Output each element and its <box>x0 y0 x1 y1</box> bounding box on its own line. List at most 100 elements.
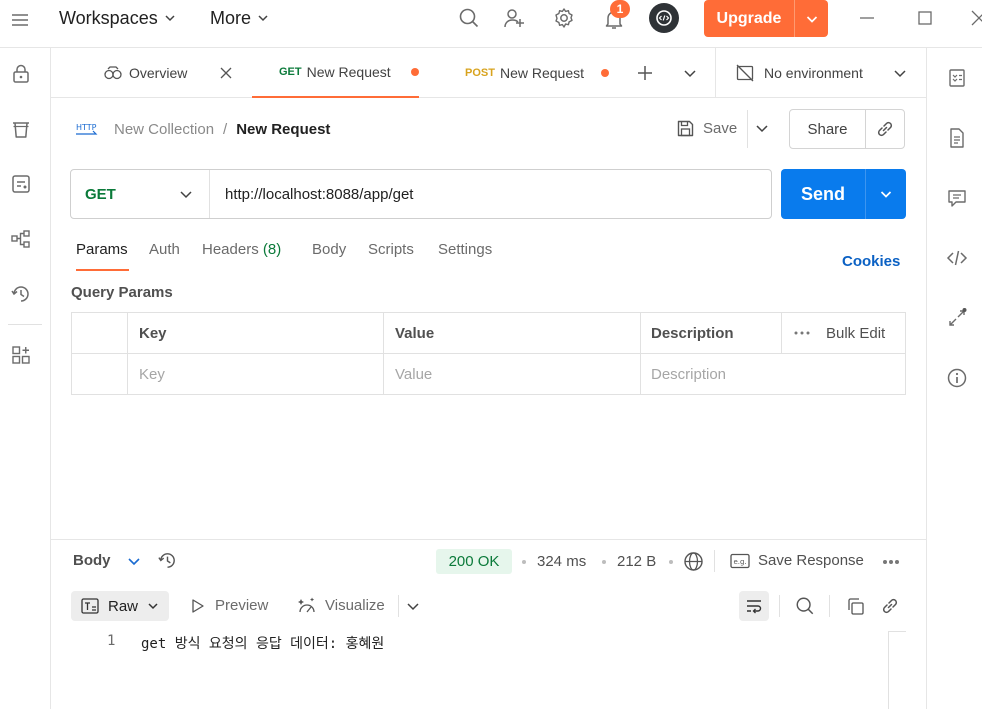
postbot-avatar-icon[interactable] <box>649 3 679 33</box>
info-icon[interactable] <box>946 367 968 389</box>
tabs-overflow-chevron-icon[interactable] <box>683 66 697 80</box>
save-icon <box>676 119 695 138</box>
send-options-chevron-icon[interactable] <box>866 169 906 219</box>
share-button[interactable]: Share <box>790 110 866 148</box>
raw-format-selector[interactable]: Raw <box>71 591 169 621</box>
save-response-label: Save Response <box>758 552 864 569</box>
save-button[interactable]: Save <box>676 119 737 138</box>
tab-settings[interactable]: Settings <box>438 241 492 271</box>
response-size[interactable]: 212 B <box>617 553 656 570</box>
menu-icon[interactable] <box>10 10 30 30</box>
chevron-down-icon <box>147 600 159 612</box>
cookies-link[interactable]: Cookies <box>842 253 900 270</box>
bulk-edit-label: Bulk Edit <box>826 324 886 342</box>
unsaved-dot <box>410 68 419 76</box>
response-scrollbar[interactable] <box>888 631 906 709</box>
status-badge[interactable]: 200 OK <box>436 549 512 574</box>
sidebar-divider <box>8 324 42 325</box>
network-globe-icon[interactable] <box>683 551 704 572</box>
raw-format-label: Raw <box>108 597 139 615</box>
raw-text-icon <box>81 598 99 614</box>
more-options-icon <box>794 331 810 335</box>
unsaved-dot <box>601 69 609 77</box>
tab-method-badge: GET <box>279 66 302 78</box>
chevron-down-icon <box>257 12 269 24</box>
response-time[interactable]: 324 ms <box>537 553 586 570</box>
copy-link-icon[interactable] <box>880 596 900 616</box>
send-button[interactable]: Send <box>781 169 906 219</box>
top-bar: Workspaces More 1 Upgrade <box>0 0 982 48</box>
tab-overview-label: Overview <box>129 65 188 81</box>
environment-selector[interactable]: No environment <box>735 48 910 98</box>
search-response-icon[interactable] <box>795 596 815 616</box>
save-options-chevron-icon[interactable] <box>755 121 769 135</box>
new-tab-plus-icon[interactable] <box>636 64 654 82</box>
visualize-label: Visualize <box>325 597 385 614</box>
workspaces-label: Workspaces <box>59 7 158 28</box>
invite-user-icon[interactable] <box>499 3 529 33</box>
close-window-icon[interactable] <box>970 9 982 27</box>
response-more-options-icon[interactable] <box>882 559 900 565</box>
trash-icon[interactable] <box>10 118 32 140</box>
tab-headers[interactable]: Headers (8) <box>202 241 281 271</box>
column-header-key: Key <box>139 324 167 342</box>
history-icon[interactable] <box>10 283 32 305</box>
maximize-window-icon[interactable] <box>916 9 934 27</box>
copy-link-icon[interactable] <box>866 119 904 139</box>
send-label: Send <box>781 169 866 219</box>
upgrade-button[interactable]: Upgrade <box>704 0 828 37</box>
response-history-icon[interactable] <box>157 550 178 571</box>
save-response-button[interactable]: e.g. Save Response <box>730 552 864 569</box>
documentation-icon[interactable] <box>946 67 968 89</box>
tab-label: New Request <box>306 64 391 80</box>
environment-chevron-icon[interactable] <box>893 66 907 80</box>
settings-gear-icon[interactable] <box>549 3 579 33</box>
code-icon[interactable] <box>946 247 968 269</box>
workspaces-menu[interactable]: Workspaces <box>59 7 176 29</box>
tab-body[interactable]: Body <box>312 241 346 271</box>
tab-post-new-request[interactable]: POST New Request <box>465 48 615 98</box>
notification-badge: 1 <box>610 0 630 18</box>
preview-button[interactable]: Preview <box>191 597 268 614</box>
key-input[interactable]: Key <box>139 354 165 394</box>
breadcrumb-collection[interactable]: New Collection <box>114 121 214 138</box>
value-input[interactable]: Value <box>395 354 432 394</box>
tab-auth[interactable]: Auth <box>149 241 180 271</box>
visualize-button[interactable]: Visualize <box>297 596 385 615</box>
more-menu[interactable]: More <box>210 7 269 29</box>
tab-scripts[interactable]: Scripts <box>368 241 414 271</box>
mock-server-icon[interactable] <box>10 173 32 195</box>
visualize-options-chevron-icon[interactable] <box>406 599 420 613</box>
info-document-icon[interactable] <box>946 127 968 149</box>
tab-get-new-request[interactable]: GET New Request <box>252 48 419 98</box>
query-params-table: Key Value Description Bulk Edit Key Valu… <box>71 312 906 395</box>
flows-icon[interactable] <box>10 228 32 250</box>
breadcrumb-request[interactable]: New Request <box>236 121 330 138</box>
status-text: 200 OK <box>448 553 500 570</box>
description-input[interactable]: Description <box>651 354 726 394</box>
chevron-down-icon <box>127 554 141 568</box>
minimize-window-icon[interactable] <box>858 9 876 27</box>
lock-icon[interactable] <box>10 63 32 85</box>
chevron-down-icon[interactable] <box>795 0 828 37</box>
overview-icon <box>103 65 123 81</box>
share-button-group: Share <box>789 109 905 149</box>
right-sidebar <box>926 48 982 709</box>
close-tab-icon[interactable] <box>219 66 233 80</box>
related-collections-icon[interactable] <box>946 307 968 329</box>
tab-params[interactable]: Params <box>76 241 128 271</box>
wrap-lines-toggle[interactable] <box>739 591 769 621</box>
copy-response-icon[interactable] <box>846 597 865 616</box>
search-icon[interactable] <box>454 3 484 33</box>
add-workbench-icon[interactable] <box>10 344 32 366</box>
method-selector[interactable]: GET <box>71 170 210 218</box>
response-divider <box>51 539 926 540</box>
share-label: Share <box>807 120 848 138</box>
response-body-selector[interactable]: Body <box>73 552 141 569</box>
response-body-line[interactable]: get 방식 요청의 응답 데이터: 홍혜원 <box>141 633 384 653</box>
tabs-divider <box>715 48 716 98</box>
comments-icon[interactable] <box>946 187 968 209</box>
bulk-edit-button[interactable]: Bulk Edit <box>794 313 885 353</box>
url-input[interactable]: http://localhost:8088/app/get <box>210 186 413 203</box>
visualize-icon <box>297 596 318 615</box>
